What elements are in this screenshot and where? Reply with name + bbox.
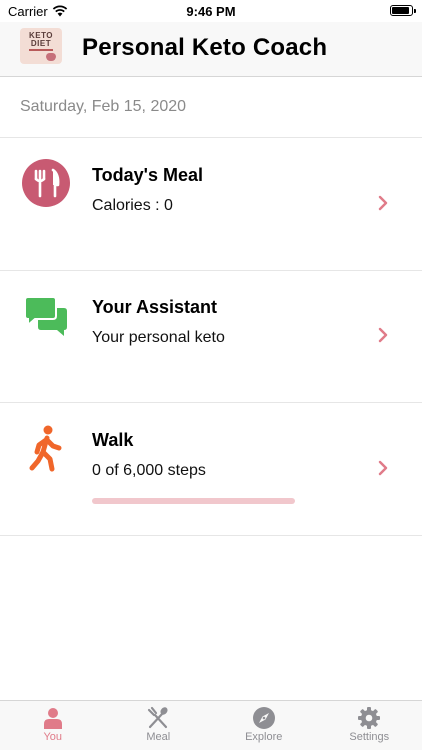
status-bar: Carrier 9:46 PM [0, 0, 422, 22]
date-row: Saturday, Feb 15, 2020 [0, 77, 422, 138]
fork-spoon-icon [148, 706, 168, 729]
chevron-right-icon [378, 327, 388, 343]
card-subtitle: 0 of 6,000 steps [92, 462, 206, 479]
tab-label: Meal [146, 731, 171, 743]
steps-progress-bar [92, 498, 295, 504]
chat-bubbles-icon [24, 296, 67, 336]
walk-card[interactable]: Walk 0 of 6,000 steps [0, 403, 422, 536]
status-time: 9:46 PM [186, 4, 236, 19]
fork-knife-icon [22, 159, 70, 207]
gear-icon [358, 707, 381, 729]
battery-icon [390, 5, 416, 16]
tab-bar: You Meal Explore Settings [0, 700, 422, 750]
tab-settings[interactable]: Settings [317, 701, 422, 750]
chevron-right-icon [378, 460, 388, 476]
nav-header: KETO DIET Personal Keto Coach [0, 22, 422, 77]
app-logo: KETO DIET [20, 28, 62, 64]
current-date: Saturday, Feb 15, 2020 [20, 98, 187, 115]
tab-label: You [43, 731, 63, 743]
tab-label: Explore [245, 731, 283, 743]
person-icon [43, 708, 62, 729]
tab-label: Settings [349, 731, 390, 743]
heart-icon [46, 53, 56, 61]
card-title: Today's Meal [92, 165, 203, 185]
tab-meal[interactable]: Meal [106, 701, 212, 750]
tab-you[interactable]: You [0, 701, 106, 750]
card-subtitle: Calories : 0 [92, 197, 173, 214]
logo-text-diet: DIET [30, 39, 52, 48]
card-subtitle: Your personal keto [92, 329, 225, 346]
tab-explore[interactable]: Explore [211, 701, 317, 750]
logo-divider [29, 49, 53, 51]
compass-icon [252, 707, 275, 729]
todays-meal-card[interactable]: Today's Meal Calories : 0 [0, 138, 422, 271]
chevron-right-icon [378, 195, 388, 211]
card-title: Your Assistant [92, 297, 218, 317]
walking-person-icon [29, 425, 62, 472]
page-title: Personal Keto Coach [82, 34, 328, 61]
card-title: Walk [92, 430, 134, 450]
your-assistant-card[interactable]: Your Assistant Your personal keto [0, 270, 422, 403]
